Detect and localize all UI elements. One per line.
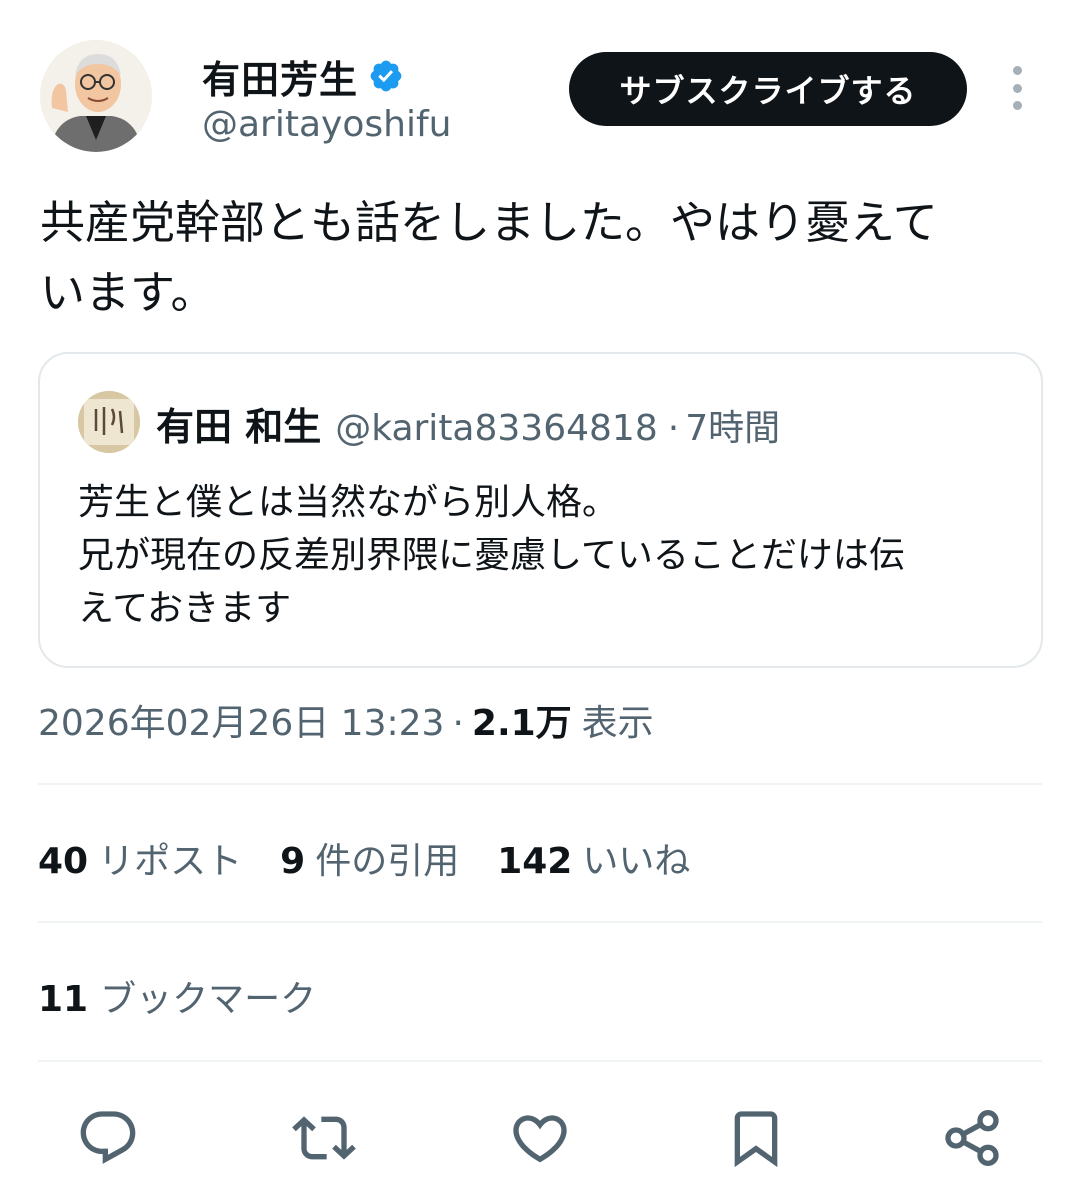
share-icon xyxy=(945,1110,999,1166)
quote-text-line: 芳生と僕とは当然ながら別人格。 xyxy=(78,482,619,523)
view-label: 表示 xyxy=(581,703,654,744)
divider xyxy=(38,921,1042,923)
quote-author-avatar xyxy=(78,391,140,453)
subscribe-button[interactable]: サブスクライブする xyxy=(569,52,967,126)
quote-separator: · xyxy=(667,408,680,449)
like-stat[interactable]: 142 いいね xyxy=(497,832,690,884)
repost-stat[interactable]: 40 リポスト xyxy=(38,832,242,884)
bookmark-label: ブックマーク xyxy=(100,979,317,1020)
author-avatar-illustration xyxy=(40,40,152,152)
retweet-icon xyxy=(292,1116,356,1160)
divider xyxy=(38,783,1042,785)
quote-time: 7時間 xyxy=(685,408,781,449)
author-avatar[interactable] xyxy=(40,40,152,152)
bookmark-stat[interactable]: 11 ブックマーク xyxy=(38,970,316,1022)
reply-button[interactable] xyxy=(70,1100,146,1176)
like-icon xyxy=(513,1115,567,1163)
repost-count: 40 xyxy=(38,841,89,882)
bookmark-count: 11 xyxy=(38,979,89,1020)
bookmark-button[interactable] xyxy=(718,1100,794,1176)
tweet-meta: 2026年02月26日 13:23 · 2.1万 表示 xyxy=(38,694,654,746)
like-count: 142 xyxy=(497,841,573,882)
like-button[interactable] xyxy=(502,1100,578,1176)
more-options-icon[interactable] xyxy=(1005,66,1029,110)
quote-count: 9 xyxy=(280,841,306,882)
repost-label: リポスト xyxy=(98,841,243,882)
quote-label: 件の引用 xyxy=(315,841,460,882)
quote-text: 芳生と僕とは当然ながら別人格。 兄が現在の反差別界隈に憂慮していることだけは伝 … xyxy=(78,476,1018,635)
divider xyxy=(38,1060,1042,1062)
action-bar xyxy=(0,1100,1080,1180)
author-handle[interactable]: @aritayoshifu xyxy=(202,104,451,145)
quote-stat[interactable]: 9 件の引用 xyxy=(280,832,459,884)
engagement-stats: 40 リポスト 9 件の引用 142 いいね xyxy=(38,832,728,884)
tweet-timestamp[interactable]: 2026年02月26日 13:23 xyxy=(38,694,444,746)
tweet-text: 共産党幹部とも話をしました。やはり憂えて います。 xyxy=(40,188,1040,328)
tweet-text-line: います。 xyxy=(40,266,216,319)
quote-author-handle: @karita83364818 xyxy=(335,408,658,449)
quote-text-line: えておきます xyxy=(78,588,292,629)
meta-separator: · xyxy=(452,703,464,744)
bookmark-icon xyxy=(734,1111,778,1168)
view-count: 2.1万 xyxy=(471,703,572,744)
verified-badge-icon xyxy=(370,60,402,92)
quoted-tweet-card[interactable]: 有田 和生 @karita83364818 · 7時間 芳生と僕とは当然ながら別… xyxy=(38,352,1043,668)
author-display-name[interactable]: 有田芳生 xyxy=(202,49,358,104)
repost-button[interactable] xyxy=(286,1100,362,1176)
share-button[interactable] xyxy=(934,1100,1010,1176)
quote-avatar-illustration xyxy=(78,391,140,453)
like-label: いいね xyxy=(582,841,691,882)
tweet-text-line: 共産党幹部とも話をしました。やはり憂えて xyxy=(40,196,938,249)
quote-author-name: 有田 和生 xyxy=(156,405,322,449)
reply-icon xyxy=(80,1111,136,1164)
quote-text-line: 兄が現在の反差別界隈に憂慮していることだけは伝 xyxy=(78,535,905,576)
